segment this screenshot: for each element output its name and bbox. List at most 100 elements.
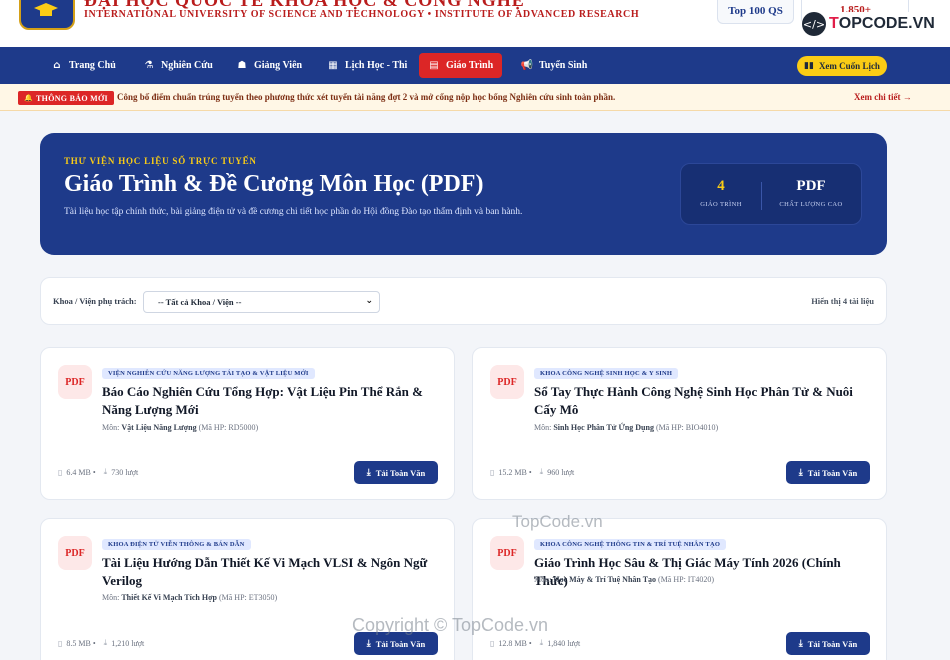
main-nav: ⌂ Trang Chủ ⚗ Nghiên Cứu ☗ Giảng Viên ▦ …: [0, 47, 950, 84]
department-tag: KHOA ĐIỆN TỬ VIỄN THÔNG & BÁN DẪN: [102, 539, 251, 550]
department-select[interactable]: -- Tất cả Khoa / Viện -- ⌄: [143, 291, 380, 313]
download-count: 960 lượt: [547, 467, 575, 477]
department-tag: KHOA CÔNG NGHỆ THÔNG TIN & TRÍ TUỆ NHÂN …: [534, 539, 727, 550]
bell-icon: 🔔: [24, 94, 34, 102]
subject-label: Môn:: [534, 575, 552, 584]
download-icon: ⤓: [366, 638, 371, 649]
document-stats: ▯ 15.2 MB • ⤓ 960 lượt: [490, 467, 574, 477]
download-button[interactable]: ⤓ Tải Toàn Văn: [354, 461, 438, 484]
download-count-icon: ⤓: [103, 467, 108, 476]
stat-value: 4: [717, 178, 725, 194]
subject-name: Học Máy & Trí Tuệ Nhân Tạo: [553, 575, 657, 584]
document-subject: Môn: Vật Liệu Năng Lượng (Mã HP: RD5000): [102, 423, 258, 432]
document-subject: Môn: Học Máy & Trí Tuệ Nhân Tạo (Mã HP: …: [534, 575, 714, 584]
topcode-logo-text: TOPCODE.VN: [829, 15, 935, 32]
nav-item-schedule[interactable]: ▦ Lịch Học - Thi: [318, 53, 416, 78]
nav-item-home[interactable]: ⌂ Trang Chủ: [42, 53, 125, 78]
download-count: 1,210 lượt: [111, 638, 145, 648]
nav-item-lecturers[interactable]: ☗ Giảng Viên: [227, 53, 311, 78]
book-icon: ▮▮: [804, 61, 814, 71]
subject-name: Thiết Kế Vi Mạch Tích Hợp: [121, 593, 217, 602]
notice-tag: 🔔 THÔNG BÁO MỚI: [18, 91, 114, 105]
announcement-bar: 🔔 THÔNG BÁO MỚI Công bố điểm chuẩn trúng…: [0, 84, 950, 111]
subject-code: (Mã HP: BIO4010): [655, 423, 719, 432]
stat-quality: PDF CHẤT LƯỢNG CAO: [771, 178, 851, 208]
download-button[interactable]: ⤓ Tải Toàn Văn: [786, 461, 870, 484]
file-icon: ▯: [58, 467, 63, 477]
pdf-icon: PDF: [58, 365, 92, 399]
page-title: Giáo Trình & Đề Cương Môn Học (PDF): [64, 171, 484, 197]
result-count: Hiển thị 4 tài liệu: [811, 296, 874, 306]
document-title[interactable]: Giáo Trình Học Sâu & Thị Giác Máy Tính 2…: [534, 554, 870, 590]
site-header: ĐẠI HỌC QUỐC TẾ KHOA HỌC & CÔNG NGHỆ INT…: [0, 0, 950, 47]
download-count-icon: ⤓: [539, 638, 544, 647]
document-card: PDF KHOA ĐIỆN TỬ VIỄN THÔNG & BÁN DẪN Tà…: [40, 518, 455, 660]
document-stats: ▯ 12.8 MB • ⤓ 1,840 lượt: [490, 638, 580, 648]
department-tag: VIỆN NGHIÊN CỨU NĂNG LƯỢNG TÁI TẠO & VẬT…: [102, 368, 315, 379]
document-stats: ▯ 8.5 MB • ⤓ 1,210 lượt: [58, 638, 144, 648]
university-logo[interactable]: [19, 0, 75, 30]
document-title[interactable]: Báo Cáo Nghiên Cứu Tổng Hợp: Vật Liệu Pi…: [102, 383, 438, 419]
megaphone-icon: 📢: [520, 60, 534, 71]
view-calendar-label: Xem Cuốn Lịch: [818, 61, 880, 71]
stat-value: PDF: [796, 178, 826, 194]
document-stats: ▯ 6.4 MB • ⤓ 730 lượt: [58, 467, 138, 477]
pdf-icon: PDF: [58, 536, 92, 570]
subject-code: (Mã HP: IT4020): [658, 575, 715, 584]
hero-stats: 4 GIÁO TRÌNH PDF CHẤT LƯỢNG CAO: [680, 163, 862, 225]
download-icon: ⤓: [366, 467, 371, 478]
file-size: 8.5 MB •: [66, 638, 96, 648]
stat-divider: [761, 182, 762, 210]
pdf-icon: PDF: [490, 365, 524, 399]
download-button[interactable]: ⤓ Tải Toàn Văn: [786, 632, 870, 655]
download-count: 1,840 lượt: [547, 638, 581, 648]
notice-details-link[interactable]: Xem chi tiết →: [854, 92, 912, 102]
stat-label: CHẤT LƯỢNG CAO: [779, 201, 843, 208]
document-subject: Môn: Thiết Kế Vi Mạch Tích Hợp (Mã HP: E…: [102, 593, 277, 602]
rank-badge: Top 100 QS: [717, 0, 794, 24]
watermark: TopCode.vn: [512, 512, 603, 531]
nav-item-label: Nghiên Cứu: [161, 60, 213, 71]
download-icon: ⤓: [798, 467, 803, 478]
university-subtitle: INTERNATIONAL UNIVERSITY OF SCIENCE AND …: [84, 9, 640, 20]
subject-code: (Mã HP: RD5000): [198, 423, 259, 432]
pdf-icon: ▤: [429, 60, 439, 71]
subject-label: Môn:: [102, 423, 120, 432]
subject-label: Môn:: [102, 593, 120, 602]
view-calendar-button[interactable]: ▮▮ Xem Cuốn Lịch: [797, 56, 887, 76]
download-button-label: Tải Toàn Văn: [375, 467, 426, 478]
file-size: 12.8 MB •: [498, 638, 532, 648]
watermark-copyright: Copyright © TopCode.vn: [352, 615, 549, 635]
filter-label: Khoa / Viện phụ trách:: [53, 296, 137, 306]
file-icon: ▯: [490, 467, 495, 477]
download-count-icon: ⤓: [539, 467, 544, 476]
filter-bar: Khoa / Viện phụ trách: -- Tất cả Khoa / …: [40, 277, 887, 325]
subject-name: Sinh Học Phân Tử Ứng Dụng: [553, 423, 654, 432]
calendar-icon: ▦: [328, 60, 338, 71]
file-size: 6.4 MB •: [66, 467, 96, 477]
teacher-icon: ☗: [237, 60, 247, 71]
hero-kicker: THƯ VIỆN HỌC LIỆU SỐ TRỰC TUYẾN: [64, 156, 257, 166]
file-size: 15.2 MB •: [498, 467, 532, 477]
file-icon: ▯: [58, 638, 63, 648]
stat-label: GIÁO TRÌNH: [700, 201, 742, 208]
nav-item-research[interactable]: ⚗ Nghiên Cứu: [134, 53, 222, 78]
nav-item-admissions[interactable]: 📢 Tuyển Sinh: [512, 53, 596, 78]
nav-item-label: Trang Chủ: [69, 60, 116, 71]
nav-item-label: Giảng Viên: [254, 60, 303, 71]
document-title[interactable]: Tài Liệu Hướng Dẫn Thiết Kế Vi Mạch VLSI…: [102, 554, 438, 590]
topcode-logo: </> TOPCODE.VN: [802, 12, 935, 36]
code-icon: </>: [802, 12, 826, 36]
subject-code: (Mã HP: ET3050): [218, 593, 278, 602]
hero-banner: THƯ VIỆN HỌC LIỆU SỐ TRỰC TUYẾN Giáo Trì…: [40, 133, 887, 255]
stat-documents: 4 GIÁO TRÌNH: [681, 178, 761, 208]
download-button-label: Tải Toàn Văn: [375, 638, 426, 649]
nav-item-label: Lịch Học - Thi: [345, 60, 408, 71]
file-icon: ▯: [490, 638, 495, 648]
chevron-down-icon: ⌄: [365, 296, 373, 306]
nav-item-syllabus[interactable]: ▤ Giáo Trình: [419, 53, 503, 78]
document-card: PDF KHOA CÔNG NGHỆ SINH HỌC & Y SINH Sổ …: [472, 347, 887, 500]
flask-icon: ⚗: [144, 60, 154, 71]
document-title[interactable]: Sổ Tay Thực Hành Công Nghệ Sinh Học Phân…: [534, 383, 870, 419]
document-subject: Môn: Sinh Học Phân Tử Ứng Dụng (Mã HP: B…: [534, 423, 718, 432]
